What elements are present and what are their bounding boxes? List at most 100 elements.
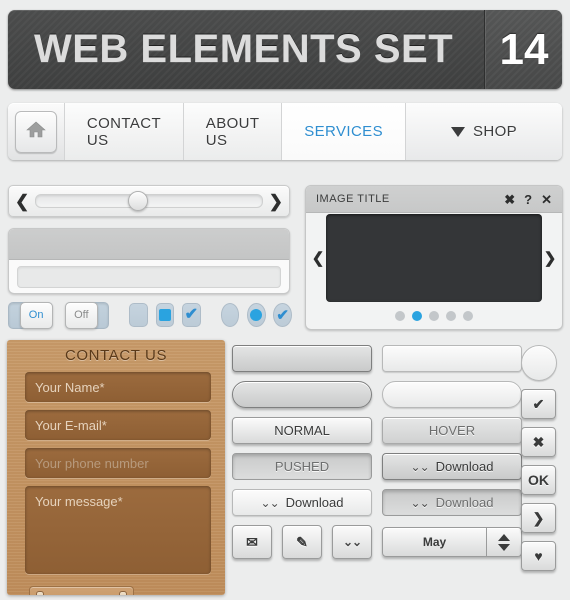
blank-button-pill-light[interactable]: [382, 381, 522, 408]
expand-more-button[interactable]: ⌄⌄: [332, 525, 372, 559]
hover-button[interactable]: HOVER: [382, 417, 522, 444]
circle-button[interactable]: [521, 345, 557, 381]
check-icon: ✔: [184, 306, 199, 323]
pushed-button[interactable]: PUSHED: [232, 453, 372, 480]
radio-filled[interactable]: [246, 303, 266, 327]
download-button-label: Download: [435, 495, 494, 510]
gallery-title-bar: IMAGE TITLE ✖ ? ✕: [306, 186, 562, 213]
message-field[interactable]: Your message*: [25, 486, 211, 574]
month-spinner-value: May: [422, 535, 447, 549]
radio-empty[interactable]: [220, 303, 240, 327]
next-arrow-button[interactable]: ❯: [521, 503, 556, 533]
toggle-off[interactable]: Off: [64, 301, 110, 329]
rivet-icon: [119, 590, 127, 595]
nav-home-cell: [8, 103, 65, 160]
gallery-dot[interactable]: [429, 310, 439, 321]
gallery-pagination: [306, 303, 562, 328]
double-chevron-down-icon: ⌄⌄: [260, 495, 280, 510]
download-button-dark[interactable]: ⌄⌄ Download: [382, 453, 522, 480]
panel-body: [9, 260, 289, 293]
button-row-1: [232, 345, 564, 372]
rivet-icon: [36, 590, 44, 595]
search-input[interactable]: [17, 266, 281, 288]
gallery-dot[interactable]: [446, 310, 456, 321]
ok-button[interactable]: OK: [521, 465, 556, 495]
triangle-down-icon[interactable]: [498, 543, 510, 551]
slider-handle[interactable]: [127, 191, 148, 211]
triangle-down-icon: [450, 126, 465, 137]
button-row-5: ⌄⌄ Download ⌄⌄ Download: [232, 489, 564, 516]
slider-track[interactable]: [35, 191, 263, 211]
check-icon: ✔: [276, 306, 289, 324]
gallery-prev-icon[interactable]: ❮: [310, 249, 326, 267]
spinner-arrows[interactable]: [486, 528, 521, 556]
button-grid: NORMAL HOVER PUSHED ⌄⌄ Download ⌄⌄ Downl…: [232, 345, 564, 568]
toggle-off-label: Off: [64, 301, 98, 329]
home-button[interactable]: [14, 110, 57, 153]
nav-item-services[interactable]: SERVICES: [282, 103, 406, 160]
checkbox-filled[interactable]: [155, 303, 175, 327]
close-button[interactable]: ✖: [521, 427, 556, 457]
nav-item-shop-label: SHOP: [472, 123, 518, 140]
name-field[interactable]: Your Name*: [25, 372, 211, 402]
gallery-title: IMAGE TITLE: [316, 193, 390, 205]
blank-button-pill-dark[interactable]: [232, 381, 372, 408]
download-button-pushed[interactable]: ⌄⌄ Download: [382, 489, 522, 516]
mail-button[interactable]: ✉: [232, 525, 272, 559]
button-row-2: [232, 381, 564, 408]
set-number: 14: [485, 10, 562, 89]
button-row-6: ✉ ✎ ⌄⌄ May: [232, 525, 564, 559]
download-button-light[interactable]: ⌄⌄ Download: [232, 489, 372, 516]
phone-field[interactable]: Your phone number: [25, 448, 211, 478]
button-row-3: NORMAL HOVER: [232, 417, 564, 444]
nav-item-contact-us[interactable]: CONTACT US: [64, 103, 184, 160]
filled-dot-icon: [250, 309, 263, 321]
expand-icon[interactable]: ✖: [504, 193, 515, 206]
normal-button[interactable]: NORMAL: [232, 417, 372, 444]
nav-item-about-us[interactable]: ABOUT US: [183, 103, 283, 160]
filled-square-icon: [159, 309, 171, 321]
double-chevron-down-icon: ⌄⌄: [342, 535, 362, 549]
slider-control[interactable]: ❮ ❯: [8, 185, 290, 217]
email-field[interactable]: Your E-mail*: [25, 410, 211, 440]
slider-prev-icon[interactable]: ❮: [15, 193, 29, 210]
gallery-next-icon[interactable]: ❯: [542, 249, 558, 267]
confirm-button[interactable]: ✔: [521, 389, 556, 419]
favorite-button[interactable]: ♥: [521, 541, 556, 571]
gallery-dot[interactable]: [463, 310, 473, 321]
icon-button-column: ✔ ✖ OK ❯ ♥: [521, 345, 557, 571]
radio-checked[interactable]: ✔: [273, 303, 292, 327]
gallery-dot-active[interactable]: [412, 310, 422, 321]
toggle-on-label: On: [19, 301, 53, 329]
pencil-icon: ✎: [296, 533, 308, 550]
toggle-on[interactable]: On: [8, 301, 53, 329]
button-row-4: PUSHED ⌄⌄ Download: [232, 453, 564, 480]
blank-button-rect-light[interactable]: [382, 345, 522, 372]
header-banner: WEB ELEMENTS SET 14: [8, 10, 562, 89]
send-button-label: Send: [67, 593, 96, 596]
gallery-image: [326, 214, 542, 302]
checkbox-checked[interactable]: ✔: [181, 303, 201, 327]
help-icon[interactable]: ?: [524, 193, 532, 206]
month-spinner[interactable]: May: [382, 527, 522, 557]
double-chevron-down-icon: ⌄⌄: [410, 459, 430, 474]
edit-button[interactable]: ✎: [282, 525, 322, 559]
triangle-up-icon[interactable]: [498, 533, 510, 541]
contact-form-title: CONTACT US: [64, 347, 168, 364]
main-navigation: CONTACT US ABOUT US SERVICES SHOP: [8, 103, 562, 160]
slider-next-icon[interactable]: ❯: [269, 193, 283, 210]
mail-icon: ✉: [246, 533, 258, 550]
home-icon: [26, 120, 46, 143]
gallery-body: ❮ ❯: [306, 213, 562, 303]
search-panel: [8, 228, 290, 294]
nav-item-shop[interactable]: SHOP: [406, 103, 562, 160]
form-controls-row: On Off ✔ ✔: [8, 300, 292, 330]
send-button[interactable]: Send: [29, 586, 134, 595]
close-icon[interactable]: ✕: [541, 193, 552, 206]
download-button-label: Download: [435, 459, 494, 474]
checkbox-empty[interactable]: [129, 303, 149, 327]
ui-kit-page: WEB ELEMENTS SET 14 CONTACT US ABOUT US …: [0, 0, 570, 600]
blank-button-rect-dark[interactable]: [232, 345, 372, 372]
gallery-dot[interactable]: [395, 310, 405, 321]
download-button-label: Download: [285, 495, 344, 510]
